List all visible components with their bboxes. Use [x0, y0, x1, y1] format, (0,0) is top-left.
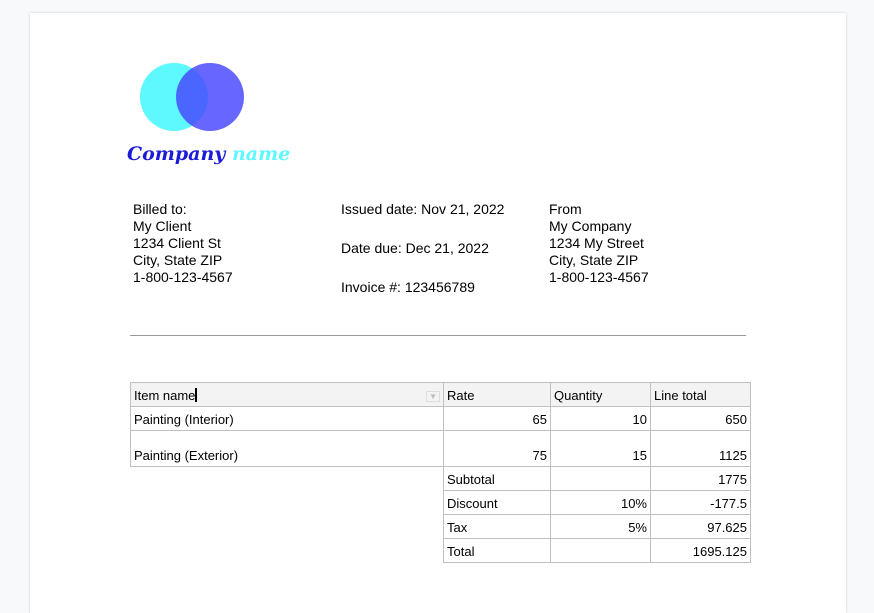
- company-name: My Company: [549, 218, 632, 234]
- item-name-cell[interactable]: Painting (Exterior): [130, 430, 444, 467]
- header-line-total[interactable]: Line total: [650, 382, 751, 407]
- discount-row: Discount 10% -177.5: [131, 490, 751, 515]
- from-block: From My Company 1234 My Street City, Sta…: [549, 201, 649, 286]
- invoice-page: Company name Billed to: My Client 1234 C…: [30, 13, 846, 613]
- billed-to-block: Billed to: My Client 1234 Client St City…: [133, 201, 233, 286]
- summary-label[interactable]: Total: [443, 538, 551, 563]
- divider: [130, 335, 746, 336]
- summary-label[interactable]: Subtotal: [443, 466, 551, 491]
- line-total-cell[interactable]: 1125: [650, 430, 751, 467]
- summary-rate[interactable]: [550, 538, 651, 563]
- text-cursor: [195, 388, 198, 402]
- from-label: From: [549, 201, 582, 217]
- subtotal-row: Subtotal 1775: [130, 466, 751, 491]
- billed-to-label: Billed to:: [133, 201, 187, 217]
- client-phone: 1-800-123-4567: [133, 269, 233, 285]
- summary-label[interactable]: Discount: [443, 490, 551, 515]
- summary-value[interactable]: 1695.125: [650, 538, 751, 563]
- client-city: City, State ZIP: [133, 252, 223, 268]
- logo-text: Company name: [127, 143, 291, 165]
- client-name: My Client: [133, 218, 192, 234]
- tax-row: Tax 5% 97.625: [131, 514, 751, 539]
- filter-dropdown-icon[interactable]: ▼: [426, 391, 440, 402]
- quantity-cell[interactable]: 10: [550, 406, 651, 431]
- invoice-number: Invoice #: 123456789: [341, 279, 475, 295]
- table-row: Painting (Interior) 65 10 650: [130, 406, 751, 431]
- dates-block: Issued date: Nov 21, 2022 Date due: Dec …: [341, 201, 504, 296]
- logo-circle-right: [176, 63, 244, 131]
- company-phone: 1-800-123-4567: [549, 269, 649, 285]
- invoice-table: ▼ Item name Rate Quantity Line total Pain…: [130, 382, 751, 563]
- header-quantity[interactable]: Quantity: [550, 382, 651, 407]
- rate-cell[interactable]: 75: [443, 430, 551, 467]
- company-city: City, State ZIP: [549, 252, 639, 268]
- header-rate[interactable]: Rate: [443, 382, 551, 407]
- total-row: Total 1695.125: [131, 538, 751, 563]
- item-name-cell[interactable]: Painting (Interior): [130, 406, 444, 431]
- summary-rate[interactable]: [550, 466, 651, 491]
- table-header-row: ▼ Item name Rate Quantity Line total: [130, 382, 751, 407]
- quantity-cell[interactable]: 15: [550, 430, 651, 467]
- table-row: Painting (Exterior) 75 15 1125: [130, 430, 751, 467]
- due-date: Date due: Dec 21, 2022: [341, 240, 489, 256]
- header-item-name[interactable]: ▼ Item name: [130, 382, 444, 407]
- line-total-cell[interactable]: 650: [650, 406, 751, 431]
- client-street: 1234 Client St: [133, 235, 221, 251]
- summary-value[interactable]: 97.625: [650, 514, 751, 539]
- summary-value[interactable]: 1775: [650, 466, 751, 491]
- issued-date: Issued date: Nov 21, 2022: [341, 201, 505, 217]
- summary-value[interactable]: -177.5: [650, 490, 751, 515]
- summary-label[interactable]: Tax: [443, 514, 551, 539]
- summary-rate[interactable]: 10%: [550, 490, 651, 515]
- company-street: 1234 My Street: [549, 235, 644, 251]
- summary-rate[interactable]: 5%: [550, 514, 651, 539]
- rate-cell[interactable]: 65: [443, 406, 551, 431]
